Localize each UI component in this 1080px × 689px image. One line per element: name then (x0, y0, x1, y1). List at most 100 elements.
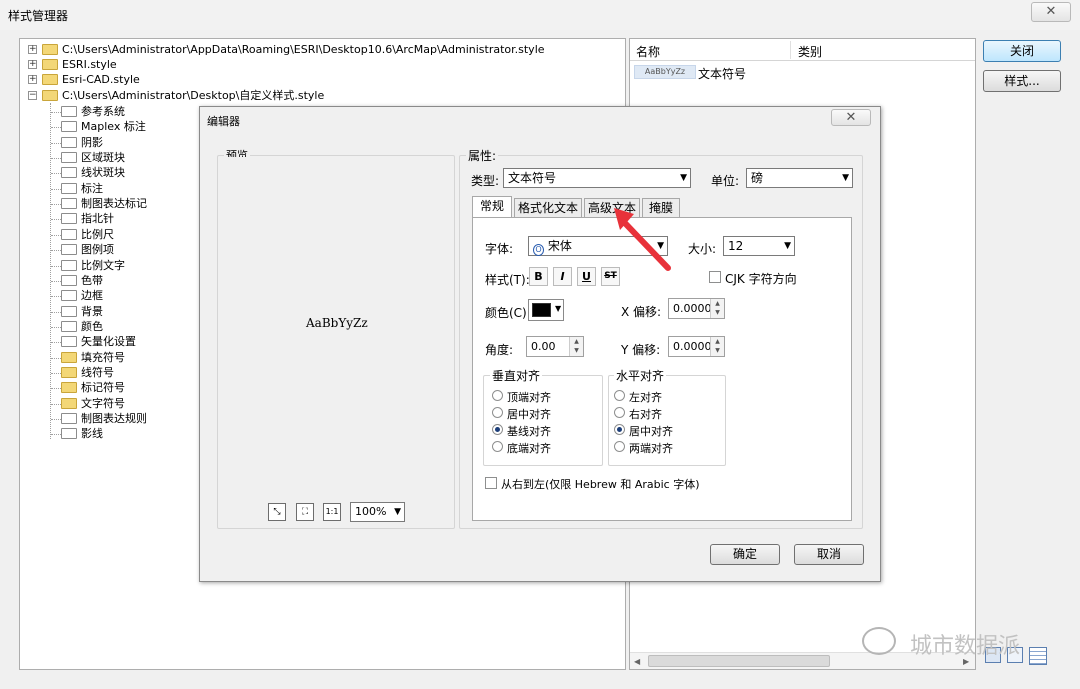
folder-icon (61, 213, 77, 225)
column-name[interactable]: 名称 (636, 43, 660, 60)
preview-canvas[interactable] (220, 157, 452, 526)
radio-vertical-align-0[interactable] (492, 390, 503, 401)
editor-close-button[interactable]: ✕ (831, 109, 871, 126)
tree-child-label: 比例尺 (81, 227, 114, 241)
radio-label: 左对齐 (629, 391, 662, 404)
editor-title: 编辑器 (207, 115, 240, 128)
list-header: 名称 类别 (630, 39, 975, 61)
symbol-preview-thumbnail[interactable]: AaBbYyZz (634, 65, 696, 79)
tree-guide-line (51, 219, 61, 221)
size-dropdown[interactable]: 12 ▼ (723, 236, 795, 256)
stepper-arrows-icon[interactable]: ▲ ▼ (710, 299, 724, 318)
cjk-orientation-label: CJK 字符方向 (725, 272, 797, 286)
right-to-left-checkbox[interactable] (485, 477, 497, 489)
tree-root-label: Esri-CAD.style (62, 73, 140, 86)
tree-child-label: 线状斑块 (81, 166, 125, 180)
folder-icon (61, 290, 77, 302)
zoom-extent-icon[interactable]: ⛶ (296, 503, 314, 521)
styles-button[interactable]: 样式... (983, 70, 1061, 92)
ok-button[interactable]: 确定 (710, 544, 780, 565)
tree-guide-line (51, 296, 61, 298)
y-offset-stepper[interactable]: 0.0000 ▲ ▼ (668, 336, 725, 357)
stepper-arrows-icon[interactable]: ▲ ▼ (569, 337, 583, 356)
tree-child-label: 文字符号 (81, 396, 125, 410)
radio-horizontal-align-3[interactable] (614, 441, 625, 452)
radio-horizontal-align-0[interactable] (614, 390, 625, 401)
tree-child-label: 颜色 (81, 319, 103, 333)
folder-icon (61, 152, 77, 163)
angle-stepper[interactable]: 0.00 ▲ ▼ (526, 336, 584, 357)
tree-guide-line (51, 127, 61, 129)
radio-vertical-align-1[interactable] (492, 407, 503, 418)
folder-icon (61, 136, 77, 148)
tab-formatted-text[interactable]: 格式化文本 (514, 198, 582, 218)
expand-icon[interactable]: + (28, 60, 37, 69)
unit-value: 磅 (751, 171, 764, 185)
vertical-align-title: 垂直对齐 (490, 367, 543, 384)
type-dropdown[interactable]: 文本符号 ▼ (503, 168, 691, 188)
radio-horizontal-align-2[interactable] (614, 424, 625, 435)
radio-label: 顶端对齐 (507, 391, 551, 404)
tree-guide-line (51, 311, 61, 313)
unit-dropdown[interactable]: 磅 ▼ (746, 168, 853, 188)
x-offset-stepper[interactable]: 0.0000 ▲ ▼ (668, 298, 725, 319)
tree-root-label: C:\Users\Administrator\Desktop\自定义样式.sty… (62, 89, 325, 102)
zoom-dropdown[interactable]: 100% ▼ (350, 502, 405, 522)
size-value: 12 (728, 239, 744, 253)
radio-horizontal-align-1[interactable] (614, 407, 625, 418)
close-button[interactable]: 关闭 (983, 40, 1061, 62)
tree-guide-line (51, 204, 61, 206)
window-title: 样式管理器 (8, 9, 69, 23)
color-label: 颜色(C): (485, 306, 531, 320)
folder-icon (61, 382, 77, 394)
tree-guide-line (51, 357, 61, 359)
tree-guide-line (51, 188, 61, 190)
list-item-label[interactable]: 文本符号 (698, 65, 746, 82)
zoom-fit-icon[interactable]: ⤡ (268, 503, 286, 521)
chevron-down-icon: ▼ (394, 507, 401, 517)
title-bar: 样式管理器 ✕ (0, 0, 1080, 30)
close-icon: ✕ (1045, 4, 1057, 19)
folder-icon (61, 198, 77, 210)
chevron-down-icon: ▼ (842, 173, 849, 183)
tree-guide-line (51, 388, 61, 390)
tree-guide-line (51, 265, 61, 267)
expand-icon[interactable]: + (28, 45, 37, 54)
cjk-orientation-checkbox[interactable] (709, 271, 721, 283)
folder-icon (61, 259, 77, 271)
folder-icon (61, 182, 77, 194)
radio-vertical-align-3[interactable] (492, 441, 503, 452)
cancel-button[interactable]: 取消 (794, 544, 864, 565)
tree-guide-line (51, 403, 61, 405)
collapse-icon[interactable]: − (28, 91, 37, 100)
tree-child-label: Maplex 标注 (81, 120, 146, 134)
tree-child-label: 参考系统 (81, 105, 125, 118)
radio-label: 居中对齐 (629, 425, 673, 438)
tree-child-label: 指北针 (81, 212, 114, 226)
tree-child-label: 图例项 (81, 243, 114, 257)
italic-button[interactable]: I (553, 267, 572, 286)
tree-child-label: 线符号 (81, 365, 114, 379)
column-category[interactable]: 类别 (798, 43, 822, 60)
details-view-icon[interactable] (1029, 647, 1047, 665)
stepper-arrows-icon[interactable]: ▲ ▼ (710, 337, 724, 356)
window-close-button[interactable]: ✕ (1031, 2, 1071, 22)
folder-icon (61, 274, 77, 286)
scroll-thumb[interactable] (648, 655, 830, 667)
tree-child-label: 背景 (81, 304, 103, 318)
color-picker[interactable]: ▼ (528, 299, 564, 321)
zoom-1to1-icon[interactable]: 1:1 (323, 503, 341, 521)
color-swatch (532, 303, 551, 317)
tree-guide-line (51, 173, 61, 175)
expand-icon[interactable]: + (28, 75, 37, 84)
bold-button[interactable]: B (529, 267, 548, 286)
folder-icon (61, 351, 77, 363)
scroll-left-icon[interactable]: ◀ (634, 657, 640, 666)
tree-guide-line (51, 326, 61, 328)
zoom-value: 100% (355, 505, 387, 518)
preview-text: AaBbYyZz (306, 316, 368, 330)
tree-guide-line (51, 419, 61, 420)
radio-vertical-align-2[interactable] (492, 424, 503, 435)
tab-general[interactable]: 常规 (472, 196, 512, 218)
underline-button[interactable]: U (577, 267, 596, 286)
